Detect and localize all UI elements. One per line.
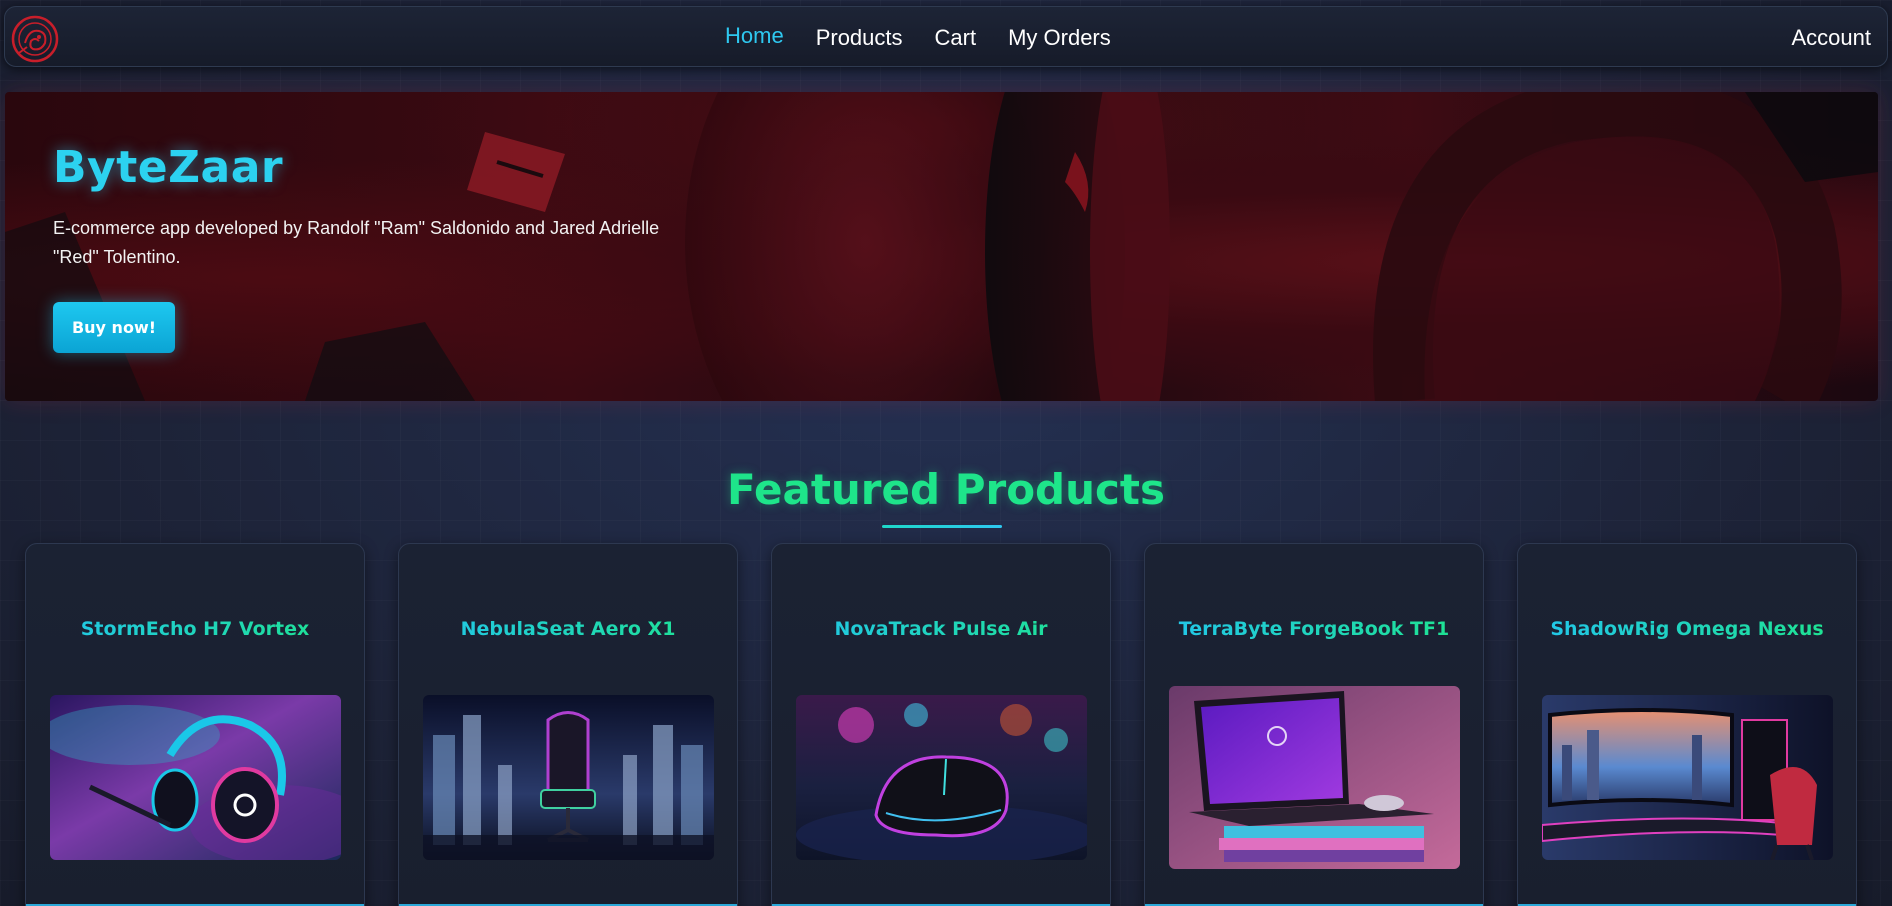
- hero-title: ByteZaar: [53, 142, 284, 193]
- nav-link-products[interactable]: Products: [816, 25, 903, 51]
- product-name: TerraByte ForgeBook TF1: [1145, 618, 1483, 640]
- nav-link-account[interactable]: Account: [1792, 7, 1872, 68]
- gaming-mouse-image[interactable]: [796, 695, 1087, 860]
- nav-link-cart[interactable]: Cart: [935, 25, 977, 51]
- product-card[interactable]: ShadowRig Omega Nexus: [1517, 543, 1857, 906]
- product-name: StormEcho H7 Vortex: [26, 618, 364, 640]
- hero-description: E-commerce app developed by Randolf "Ram…: [53, 218, 660, 267]
- nav-links: Home Products Cart My Orders: [725, 7, 1111, 68]
- gaming-chair-image[interactable]: [423, 695, 714, 860]
- product-name: NebulaSeat Aero X1: [399, 618, 737, 640]
- product-card[interactable]: TerraByte ForgeBook TF1: [1144, 543, 1484, 906]
- product-card[interactable]: NebulaSeat Aero X1: [398, 543, 738, 906]
- buy-now-button[interactable]: Buy now!: [53, 302, 175, 353]
- product-name: ShadowRig Omega Nexus: [1518, 618, 1856, 640]
- product-card[interactable]: StormEcho H7 Vortex: [25, 543, 365, 906]
- hero-banner: ByteZaar E-commerce app developed by Ran…: [5, 92, 1878, 401]
- navbar: Home Products Cart My Orders Account: [4, 6, 1888, 67]
- dragon-logo-icon[interactable]: [9, 13, 61, 65]
- heading-underline: [882, 525, 1002, 528]
- headset-image[interactable]: [50, 695, 341, 860]
- product-name: NovaTrack Pulse Air: [772, 618, 1110, 640]
- nav-link-home[interactable]: Home: [725, 23, 784, 49]
- nav-link-my-orders[interactable]: My Orders: [1008, 25, 1111, 51]
- product-card[interactable]: NovaTrack Pulse Air: [771, 543, 1111, 906]
- laptop-image[interactable]: [1169, 686, 1460, 869]
- featured-products-heading: Featured Products: [727, 465, 1165, 514]
- gaming-setup-image[interactable]: [1542, 695, 1833, 860]
